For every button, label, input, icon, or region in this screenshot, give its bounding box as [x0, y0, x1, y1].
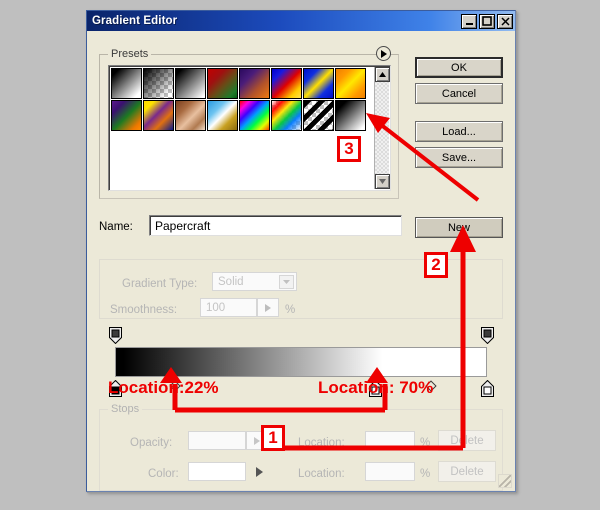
preset-swatch-black-white[interactable]: [175, 68, 206, 99]
color-stop-white-end[interactable]: [481, 379, 494, 397]
preset-swatch-fill: [336, 69, 365, 98]
presets-scrollbar[interactable]: [374, 67, 390, 189]
color-stop-white-mid[interactable]: [369, 379, 383, 397]
preset-swatch-red-green[interactable]: [207, 68, 238, 99]
name-input[interactable]: Papercraft: [149, 215, 402, 236]
preset-swatch-fill: [176, 69, 205, 98]
gradient-type-select[interactable]: Solid: [212, 272, 297, 291]
presets-swatch-well[interactable]: [108, 65, 391, 191]
window-title-bar[interactable]: Gradient Editor: [87, 11, 515, 31]
preset-swatch-fill: [208, 101, 237, 130]
chevron-down-icon[interactable]: [279, 275, 294, 289]
scroll-up-arrow-icon[interactable]: [375, 67, 390, 82]
preset-swatch-fill: [176, 101, 205, 130]
preset-swatch-violet-green-orange[interactable]: [111, 100, 142, 131]
preset-swatch-fill: [336, 101, 365, 130]
color-label: Color:: [148, 468, 179, 480]
preset-swatch-violet-orange[interactable]: [239, 68, 270, 99]
preset-swatch-foreground-to-background[interactable]: [111, 68, 142, 99]
preset-swatch-transparent-stripes[interactable]: [303, 100, 334, 131]
opacity-label: Opacity:: [130, 437, 173, 449]
opacity-location-input[interactable]: [365, 431, 415, 450]
opacity-delete-button[interactable]: Delete: [438, 430, 496, 451]
smoothness-label: Smoothness:: [110, 304, 178, 316]
right-triangle-menu-icon[interactable]: [376, 46, 391, 61]
preset-swatch-copper[interactable]: [175, 100, 206, 131]
presets-legend: Presets: [108, 48, 152, 60]
smoothness-input[interactable]: 100: [200, 298, 257, 317]
color-swatch-input[interactable]: [188, 462, 246, 481]
close-button[interactable]: [497, 13, 513, 29]
preset-swatch-spectrum[interactable]: [239, 100, 270, 131]
preset-swatch-fill: [112, 69, 141, 98]
minimize-button[interactable]: [461, 13, 477, 29]
color-delete-button[interactable]: Delete: [438, 461, 496, 482]
preset-swatch-yellow-violet-orange-blue[interactable]: [143, 100, 174, 131]
preset-swatch-blue-yellow-blue[interactable]: [303, 68, 334, 99]
color-stop-black[interactable]: [109, 379, 122, 397]
dialog-client-area: Presets OK Cancel Load... Save... New Na…: [87, 31, 515, 491]
color-location-unit: %: [420, 468, 431, 480]
load-button[interactable]: Load...: [415, 121, 503, 142]
opacity-stop-right[interactable]: [481, 327, 494, 345]
preset-swatch-fill: [272, 101, 301, 130]
gradient-bar-strip: [99, 323, 503, 401]
opacity-stop-left[interactable]: [109, 327, 122, 345]
preset-swatch-grid: [111, 68, 369, 131]
right-triangle-icon[interactable]: [257, 298, 279, 317]
new-button[interactable]: New: [415, 217, 503, 238]
preset-swatch-fill: [304, 69, 333, 98]
scroll-down-arrow-icon[interactable]: [375, 174, 390, 189]
gradient-type-value: Solid: [218, 275, 244, 288]
preset-swatch-fill: [272, 69, 301, 98]
preset-swatch-foreground-to-transparent[interactable]: [143, 68, 174, 99]
midpoint-diamond-right[interactable]: [425, 380, 437, 392]
smoothness-unit: %: [285, 304, 296, 316]
preset-swatch-blue-gold[interactable]: [207, 100, 238, 131]
preset-swatch-blue-red-yellow[interactable]: [271, 68, 302, 99]
gradient-editor-window: Gradient Editor Presets OK Cancel Load..…: [86, 10, 516, 492]
opacity-location-unit: %: [420, 437, 431, 449]
color-location-input[interactable]: [365, 462, 415, 481]
preset-swatch-transparent-rainbow[interactable]: [271, 100, 302, 131]
opacity-unit: %: [273, 437, 284, 449]
name-label: Name:: [99, 221, 133, 233]
preset-swatch-fill: [112, 101, 141, 130]
preset-swatch-fill: [144, 101, 173, 130]
preset-swatch-fill: [240, 101, 269, 130]
gradient-type-group: Gradient Type: Solid Smoothness: 100 %: [99, 259, 503, 319]
presets-group: Presets: [99, 46, 399, 199]
preset-swatch-orange-yellow-orange[interactable]: [335, 68, 366, 99]
preset-swatch-fill: [208, 69, 237, 98]
preset-swatch-fill: [144, 69, 173, 98]
gradient-type-label: Gradient Type:: [122, 278, 198, 290]
window-title: Gradient Editor: [92, 15, 178, 27]
preset-swatch-fill: [304, 101, 333, 130]
midpoint-diamond-left[interactable]: [168, 380, 181, 392]
gradient-preview-bar[interactable]: [115, 347, 487, 377]
opacity-spin-icon[interactable]: [246, 431, 268, 450]
color-location-label: Location:: [298, 468, 345, 480]
save-button[interactable]: Save...: [415, 147, 503, 168]
preset-swatch-fill: [240, 69, 269, 98]
stops-group: Stops Opacity: % Location: % Delete Colo…: [99, 403, 503, 491]
opacity-input[interactable]: [188, 431, 246, 450]
ok-button[interactable]: OK: [415, 57, 503, 78]
right-triangle-icon[interactable]: [250, 462, 268, 481]
stops-legend: Stops: [108, 403, 143, 415]
cancel-button[interactable]: Cancel: [415, 83, 503, 104]
opacity-location-label: Location:: [298, 437, 345, 449]
resize-grip-icon[interactable]: [498, 474, 512, 488]
preset-swatch-black-white-selected[interactable]: [335, 100, 366, 131]
maximize-button[interactable]: [479, 13, 495, 29]
